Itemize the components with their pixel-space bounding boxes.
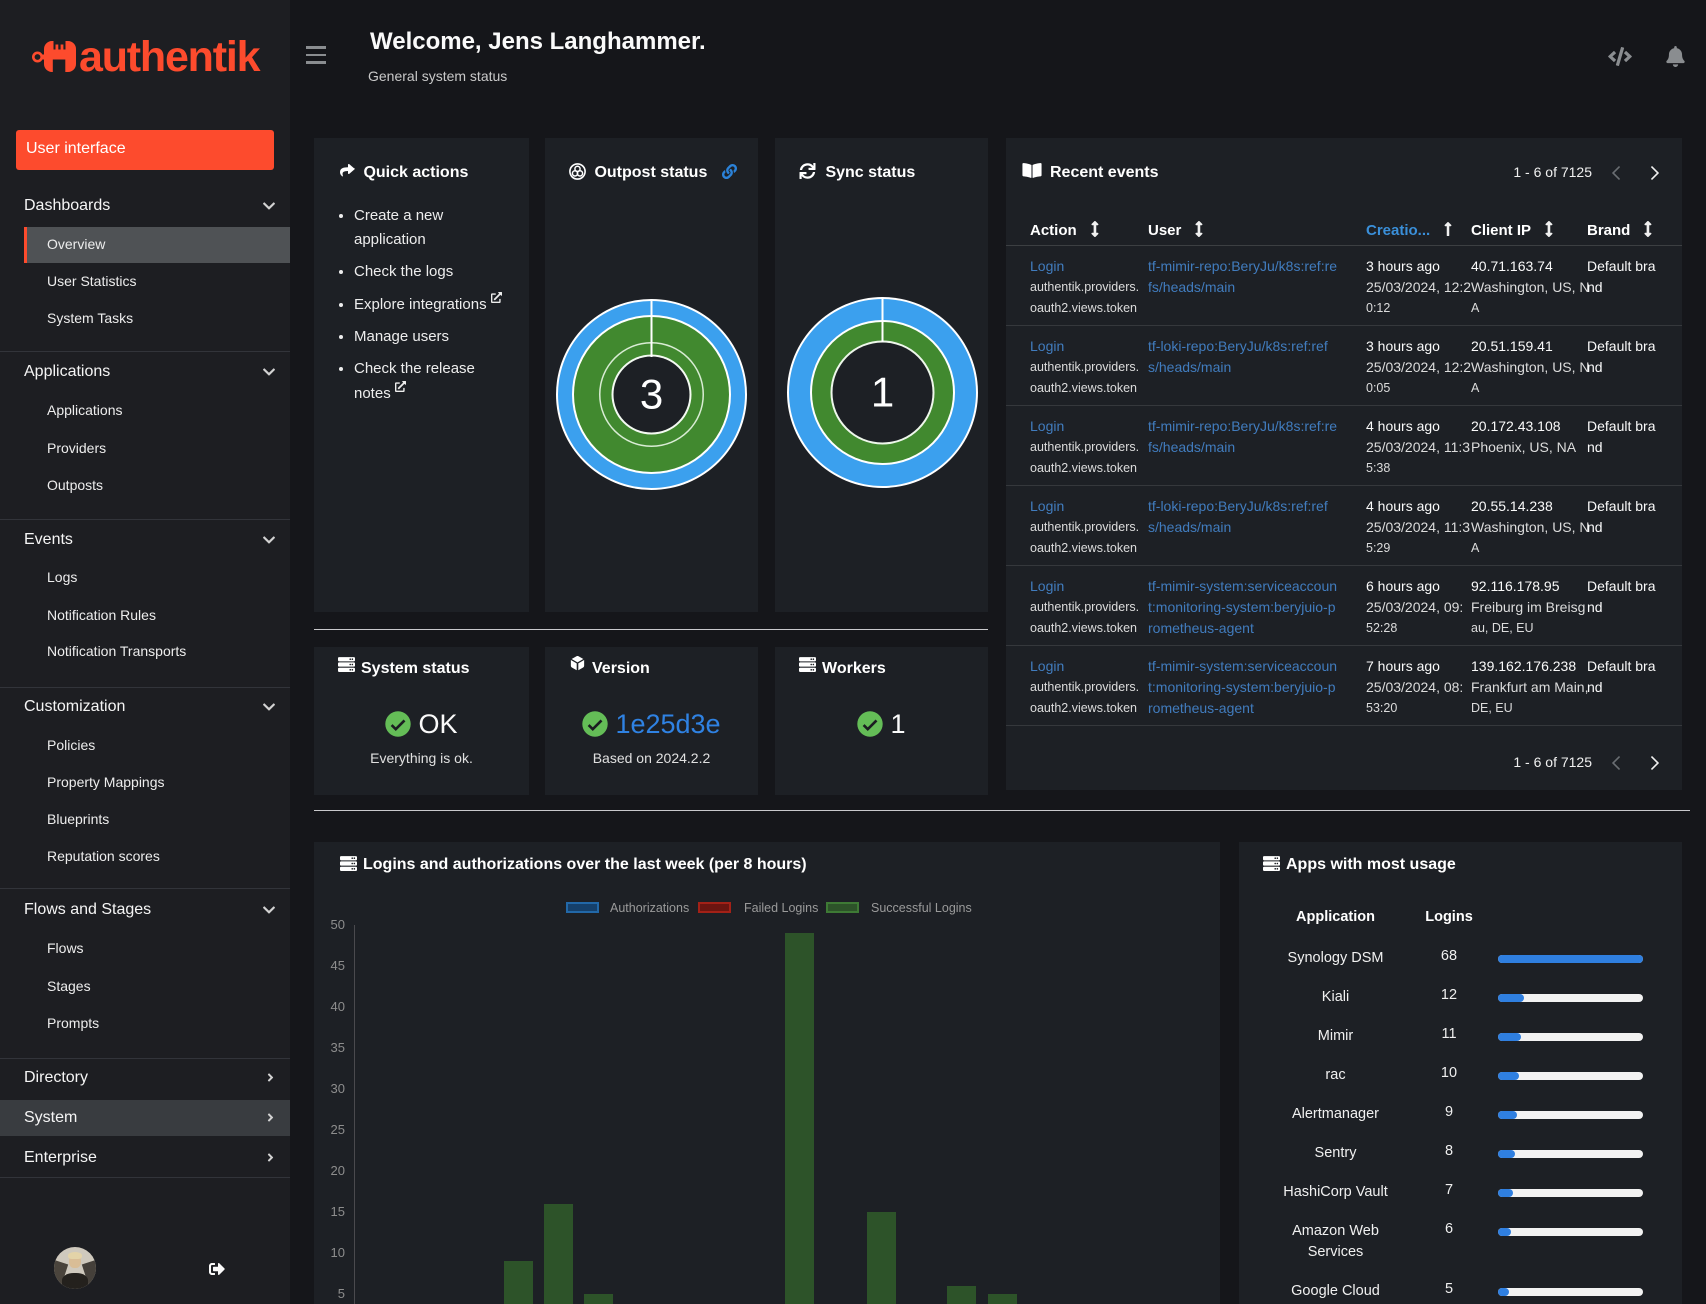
svg-text:1: 1 [871,369,894,416]
svg-text:authentik: authentik [79,33,261,81]
svg-text:3: 3 [640,371,663,418]
